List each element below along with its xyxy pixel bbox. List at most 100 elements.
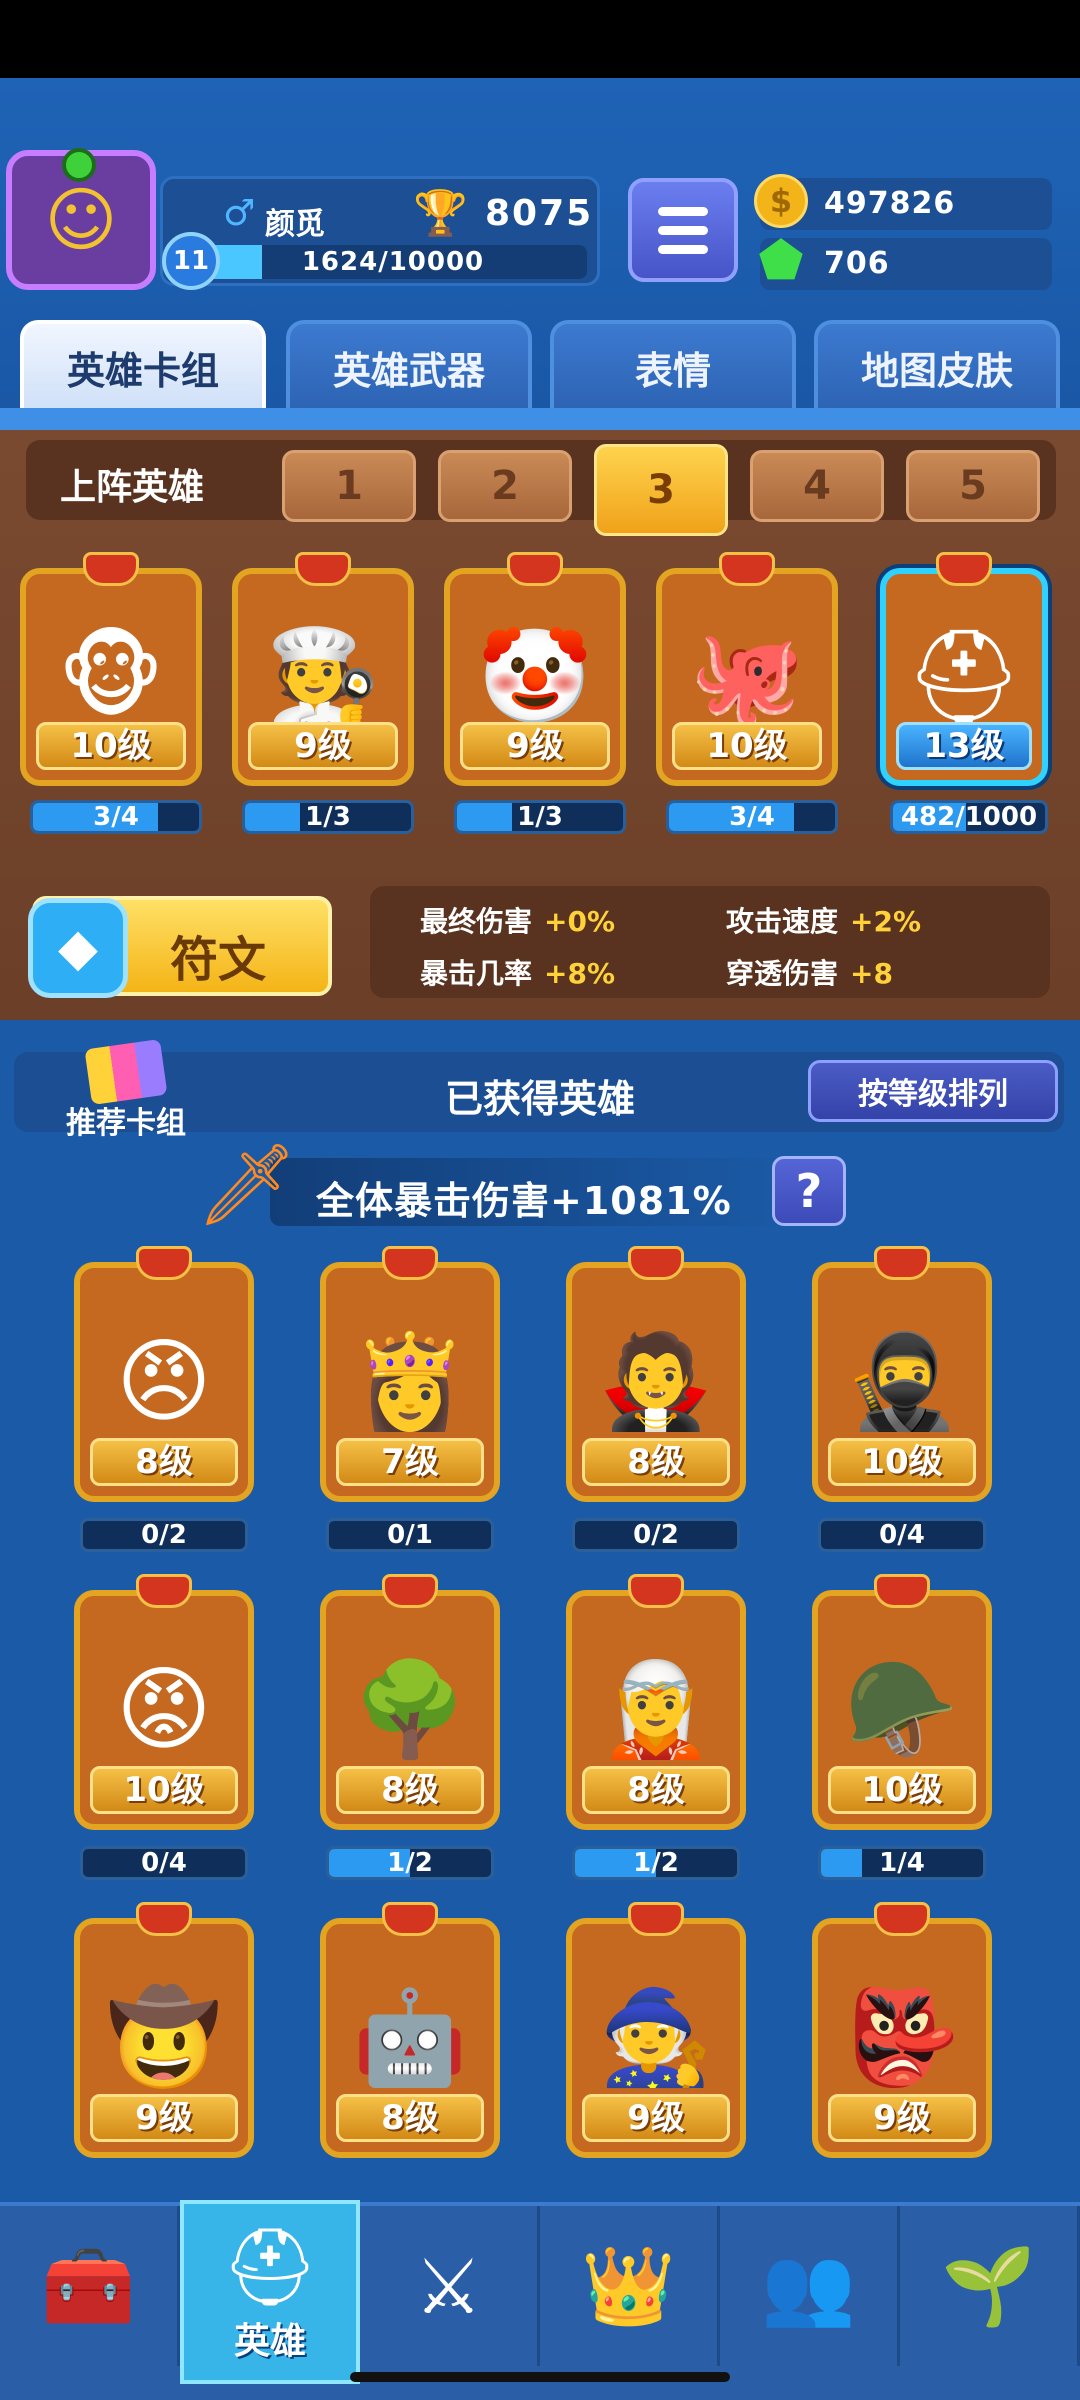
fragment-count: 3/4 <box>93 802 139 832</box>
hero-level: 7级 <box>336 1438 484 1486</box>
pharaoh-hero-icon: 👺 <box>844 1984 960 2091</box>
tree-hero-icon: 🌳 <box>352 1656 468 1763</box>
lineup-slot-5[interactable]: 5 <box>906 450 1040 522</box>
hero-level: 9级 <box>582 2094 730 2142</box>
hero-card[interactable]: 🐙 10级 <box>656 552 838 786</box>
fragment-count: 0/2 <box>633 1520 679 1550</box>
stat-final-damage: 最终伤害 +0% <box>420 900 615 940</box>
fragment-progress-bar: 0/4 <box>818 1518 986 1552</box>
clown-hero-icon: 🤡 <box>477 623 593 730</box>
hero-card[interactable]: 🪖 10级 <box>812 1574 992 1830</box>
rune-gem-icon: ◆ <box>28 898 128 998</box>
help-button[interactable]: ? <box>772 1156 846 1226</box>
rune-button[interactable]: ◆ 符文 <box>28 896 332 998</box>
bottom-nav: 🧰 ⛑ 英雄 ⚔ 👑 👥 🌱 <box>0 2200 1080 2400</box>
hero-level: 9级 <box>248 722 398 770</box>
card-crest-icon <box>136 1574 192 1608</box>
fragment-count: 482/1000 <box>900 802 1038 832</box>
nav-item-knight-helmet[interactable]: ⛑ 英雄 <box>180 2200 360 2384</box>
hero-card[interactable]: 🤠 9级 <box>74 1902 254 2158</box>
stat-name: 最终伤害 <box>420 905 533 938</box>
lineup-slot-3[interactable]: 3 <box>594 444 728 536</box>
fragment-progress-bar: 1/3 <box>242 800 414 834</box>
hero-card[interactable]: 🤡 9级 <box>444 552 626 786</box>
hamburger-line <box>658 225 708 235</box>
fragment-count: 0/4 <box>879 1520 925 1550</box>
lineup-title: 上阵英雄 <box>60 467 205 508</box>
profile-panel[interactable]: ♂ 颜觅 🏆 8075 1624/10000 <box>160 176 600 286</box>
gem-display[interactable]: ⬟ 706 <box>758 231 1052 291</box>
xp-text: 1624/10000 <box>301 247 485 277</box>
stat-value: +2% <box>850 905 922 938</box>
vampire-hero-icon: 🧛 <box>598 1328 714 1435</box>
lineup-slot-4[interactable]: 4 <box>750 450 884 522</box>
helmet-hero-icon: 🪖 <box>844 1656 960 1763</box>
stat-value: +8% <box>544 957 616 990</box>
trophy-count: 8075 <box>485 193 594 234</box>
stat-value: +0% <box>544 905 616 938</box>
nav-item-treasure-chest[interactable]: 🧰 <box>0 2206 180 2366</box>
card-crest-icon <box>628 1574 684 1608</box>
princess-hero-icon: 👸 <box>352 1328 468 1435</box>
caesar-hero-icon: 😠 <box>116 1328 212 1435</box>
rune-label: 符文 <box>170 932 267 988</box>
nav-item-crossed-swords[interactable]: ⚔ <box>360 2206 540 2366</box>
hero-card[interactable]: 🥷 10级 <box>812 1246 992 1502</box>
card-crest-icon <box>874 1902 930 1936</box>
hero-card[interactable]: 😠 8级 <box>74 1246 254 1502</box>
hamburger-line <box>658 244 708 254</box>
nav-item-sprout-island[interactable]: 🌱 <box>900 2206 1080 2366</box>
card-crest-icon <box>382 1574 438 1608</box>
tab-hero-weapons[interactable]: 英雄武器 <box>286 320 532 410</box>
hero-card[interactable]: 😡 10级 <box>74 1574 254 1830</box>
social-icon: 👥 <box>761 2241 856 2330</box>
trophy-icon: 🏆 <box>413 188 468 239</box>
nav-item-crown-shield[interactable]: 👑 <box>540 2206 720 2366</box>
stat-value: +8 <box>850 957 893 990</box>
robot-hero-icon: 🤖 <box>352 1984 468 2091</box>
status-bar <box>0 0 1080 78</box>
fragment-progress-bar: 482/1000 <box>890 800 1048 834</box>
card-crest-icon <box>295 552 351 586</box>
sort-by-level-button[interactable]: 按等级排列 <box>808 1060 1058 1122</box>
xp-bar: 1624/10000 <box>199 245 587 279</box>
lineup-slot-2[interactable]: 2 <box>438 450 572 522</box>
nav-item-social[interactable]: 👥 <box>720 2206 900 2366</box>
card-crest-icon <box>936 552 992 586</box>
fragment-count: 0/4 <box>141 1848 187 1878</box>
hero-card[interactable]: 🧙 9级 <box>566 1902 746 2158</box>
menu-button[interactable] <box>628 178 738 282</box>
player-level-badge: 11 <box>162 232 220 290</box>
fragment-count: 0/1 <box>387 1520 433 1550</box>
nav-label: 英雄 <box>233 2321 306 2362</box>
tab-hero-deck[interactable]: 英雄卡组 <box>20 320 266 410</box>
lineup-slot-1[interactable]: 1 <box>282 450 416 522</box>
hero-card[interactable]: 🌳 8级 <box>320 1574 500 1830</box>
male-gender-icon: ♂ <box>223 193 256 234</box>
card-crest-icon <box>136 1246 192 1280</box>
hero-card[interactable]: 👺 9级 <box>812 1902 992 2158</box>
sprout-island-icon: 🌱 <box>941 2241 1036 2330</box>
masked-bandit-hero-icon: 🥷 <box>844 1328 960 1435</box>
hero-level: 13级 <box>896 722 1032 770</box>
tab-map-skins[interactable]: 地图皮肤 <box>814 320 1060 410</box>
stat-name: 穿透伤害 <box>726 957 839 990</box>
hero-card[interactable]: 🐵 10级 <box>20 552 202 786</box>
hero-level: 8级 <box>336 2094 484 2142</box>
avatar-gem-icon <box>62 148 96 182</box>
wizard-hero-icon: 🧙 <box>598 1984 714 2091</box>
card-crest-icon <box>83 552 139 586</box>
hero-card[interactable]: ⛑ 13级 <box>880 552 1048 786</box>
hero-card[interactable]: 🧝 8级 <box>566 1574 746 1830</box>
hero-level: 10级 <box>90 1766 238 1814</box>
gold-display[interactable]: $ 497826 <box>754 174 1052 230</box>
stat-attack-speed: 攻击速度 +2% <box>726 900 921 940</box>
hero-card[interactable]: 👸 7级 <box>320 1246 500 1502</box>
stat-penetration-damage: 穿透伤害 +8 <box>726 952 893 992</box>
hero-card[interactable]: 🧑‍🍳 9级 <box>232 552 414 786</box>
tab-emotes[interactable]: 表情 <box>550 320 796 410</box>
hero-card[interactable]: 🧛 8级 <box>566 1246 746 1502</box>
gunner-hero-icon: 🤠 <box>106 1984 222 2091</box>
fragment-count: 1/3 <box>305 802 351 832</box>
hero-card[interactable]: 🤖 8级 <box>320 1902 500 2158</box>
